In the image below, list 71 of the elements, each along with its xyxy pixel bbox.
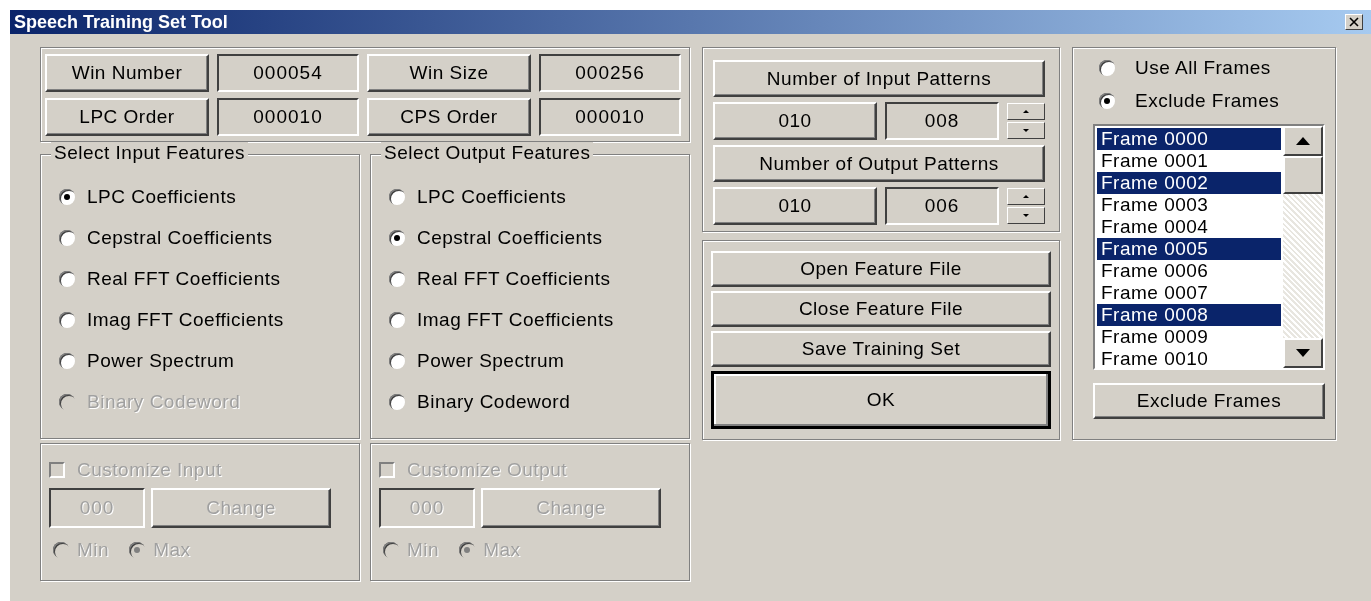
parameter-button[interactable]: CPS Order (367, 97, 531, 136)
radio-label: Cepstral Coefficients (87, 227, 273, 249)
radio-button[interactable] (389, 312, 405, 328)
radio-button[interactable] (59, 230, 75, 246)
frame-item[interactable]: Frame 0000 (1097, 128, 1281, 150)
up-arrow-icon (1023, 195, 1029, 198)
radio-button[interactable] (59, 271, 75, 287)
radio-button[interactable] (59, 353, 75, 369)
radio-button[interactable] (59, 189, 75, 205)
window-title: Speech Training Set Tool (14, 11, 228, 33)
down-arrow-icon (1023, 214, 1029, 217)
radio-label: Real FFT Coefficients (87, 268, 281, 290)
radio-label: Real FFT Coefficients (417, 268, 611, 290)
radio-label: Power Spectrum (87, 350, 235, 372)
radio-label: LPC Coefficients (417, 186, 567, 208)
close-icon (1349, 17, 1359, 27)
radio-button[interactable] (389, 394, 405, 410)
frame-item[interactable]: Frame 0005 (1097, 238, 1281, 260)
frame-item[interactable]: Frame 0004 (1097, 216, 1281, 238)
parameter-button[interactable]: Win Size (367, 53, 531, 92)
down-arrow-icon (1296, 349, 1310, 357)
radio-label: Imag FFT Coefficients (87, 309, 284, 331)
spin-control[interactable] (1007, 188, 1045, 224)
up-arrow-icon (1296, 137, 1310, 145)
parameter-value: 000010 (217, 97, 359, 136)
action-button[interactable]: Save Training Set (711, 330, 1051, 367)
spin-control[interactable] (1007, 103, 1045, 139)
exclude-frames-button[interactable]: Exclude Frames (1093, 383, 1325, 419)
action-button[interactable]: Close Feature File (711, 290, 1051, 327)
patterns-total-button[interactable]: 010 (713, 187, 877, 225)
frame-item[interactable]: Frame 0003 (1097, 194, 1281, 216)
frame-item[interactable]: Frame 0007 (1097, 282, 1281, 304)
radio-label: Exclude Frames (1135, 90, 1280, 112)
action-button[interactable]: OK (711, 370, 1051, 429)
frame-item[interactable]: Frame 0010 (1097, 348, 1281, 368)
parameter-value: 000256 (539, 53, 681, 92)
frame-item[interactable]: Frame 0002 (1097, 172, 1281, 194)
parameter-button[interactable]: LPC Order (45, 97, 209, 136)
close-button[interactable] (1345, 14, 1363, 30)
radio-button[interactable] (389, 271, 405, 287)
parameter-button[interactable]: Win Number (45, 53, 209, 92)
parameter-value: 000010 (539, 97, 681, 136)
radio-label: Power Spectrum (417, 350, 565, 372)
radio-button[interactable] (1099, 60, 1115, 76)
group-title: Select Output Features (381, 142, 594, 164)
action-button[interactable]: Open Feature File (711, 251, 1051, 287)
patterns-value: 006 (885, 187, 999, 225)
radio-label: Cepstral Coefficients (417, 227, 603, 249)
up-arrow-icon (1023, 110, 1029, 113)
parameter-value: 000054 (217, 53, 359, 92)
frame-item[interactable]: Frame 0008 (1097, 304, 1281, 326)
frame-item[interactable]: Frame 0006 (1097, 260, 1281, 282)
radio-button[interactable] (59, 312, 75, 328)
radio-button[interactable] (389, 230, 405, 246)
patterns-total-button[interactable]: 010 (713, 102, 877, 140)
down-arrow-icon (1023, 129, 1029, 132)
scrollbar[interactable] (1283, 126, 1323, 368)
frame-item[interactable]: Frame 0001 (1097, 150, 1281, 172)
radio-button[interactable] (389, 353, 405, 369)
scroll-thumb[interactable] (1283, 156, 1323, 194)
frame-item[interactable]: Frame 0009 (1097, 326, 1281, 348)
radio-button[interactable] (389, 189, 405, 205)
radio-label: Binary Codeword (417, 391, 571, 413)
group-title: Select Input Features (51, 142, 249, 164)
radio-label: Use All Frames (1135, 57, 1271, 79)
radio-label: Imag FFT Coefficients (417, 309, 614, 331)
radio-button[interactable] (1099, 93, 1115, 109)
patterns-button[interactable]: Number of Input Patterns (713, 60, 1045, 97)
patterns-button[interactable]: Number of Output Patterns (713, 145, 1045, 182)
patterns-value: 008 (885, 102, 999, 140)
radio-label: LPC Coefficients (87, 186, 237, 208)
